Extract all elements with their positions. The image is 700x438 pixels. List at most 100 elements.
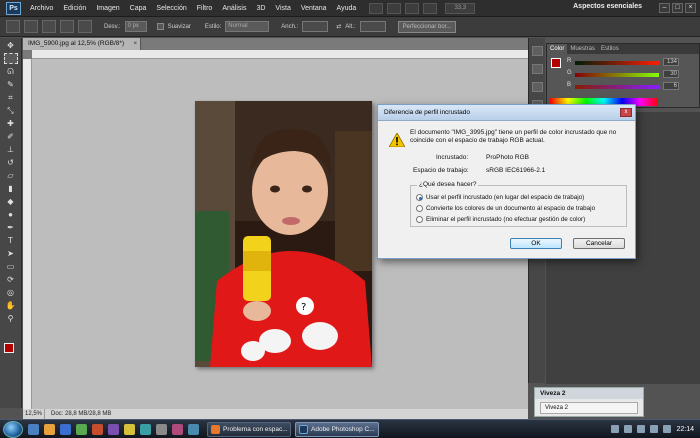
red-slider[interactable] bbox=[575, 61, 659, 65]
histogram-icon[interactable] bbox=[531, 46, 543, 56]
green-value-field[interactable]: 30 bbox=[663, 70, 679, 78]
quick-select-tool-icon[interactable]: ✎ bbox=[4, 79, 18, 90]
maximize-button[interactable]: □ bbox=[672, 3, 683, 13]
intersect-selection-icon[interactable] bbox=[78, 20, 92, 33]
foreground-color-swatch[interactable] bbox=[4, 343, 14, 353]
blue-slider[interactable] bbox=[575, 85, 659, 89]
mini-bridge-icon[interactable] bbox=[387, 2, 402, 14]
healing-brush-icon[interactable]: ✚ bbox=[4, 118, 18, 129]
swap-icon[interactable]: ⇄ bbox=[336, 23, 341, 30]
lasso-tool-icon[interactable]: ᘏ bbox=[4, 66, 18, 77]
crop-tool-icon[interactable]: ⌗ bbox=[4, 92, 18, 103]
radio-use-embedded[interactable] bbox=[416, 194, 423, 201]
hand-tool-icon[interactable] bbox=[405, 2, 420, 14]
option-discard[interactable]: Eliminar el perfil incrustado (no efectu… bbox=[416, 216, 585, 223]
tab-color[interactable]: Color bbox=[547, 44, 568, 54]
show-desktop-icon[interactable] bbox=[60, 423, 71, 435]
panel-foreground-swatch[interactable] bbox=[551, 58, 561, 68]
explorer-icon[interactable] bbox=[44, 423, 55, 435]
minimize-button[interactable]: – bbox=[659, 3, 670, 13]
radio-convert[interactable] bbox=[416, 205, 423, 212]
brush-tool-icon[interactable]: ✐ bbox=[4, 131, 18, 142]
hand-icon[interactable]: ✋ bbox=[4, 300, 18, 311]
horizontal-ruler[interactable] bbox=[32, 50, 528, 59]
status-doc-info[interactable]: Doc: 28,8 MB/28,8 MB bbox=[45, 409, 111, 419]
zoom-icon[interactable]: ⚲ bbox=[4, 313, 18, 324]
style-select[interactable]: Normal bbox=[225, 21, 270, 32]
menu-3d[interactable]: 3D bbox=[251, 5, 270, 12]
tab-styles[interactable]: Estilos bbox=[598, 44, 622, 54]
menu-imagen[interactable]: Imagen bbox=[91, 5, 124, 12]
zoom-tool-icon[interactable] bbox=[423, 2, 438, 14]
option-convert[interactable]: Convierte los colores de un documento al… bbox=[416, 205, 595, 212]
width-field[interactable] bbox=[302, 21, 329, 32]
pen-tool-icon[interactable]: ✒ bbox=[4, 222, 18, 233]
shape-tool-icon[interactable]: ▭ bbox=[4, 261, 18, 272]
quicklaunch-icon-9[interactable] bbox=[156, 423, 167, 435]
eraser-tool-icon[interactable]: ▱ bbox=[4, 170, 18, 181]
radio-discard[interactable] bbox=[416, 216, 423, 223]
task-photoshop[interactable]: Adobe Photoshop C... bbox=[295, 421, 379, 437]
task-firefox[interactable]: Problema con espac... bbox=[207, 421, 291, 437]
menu-analisis[interactable]: Análisis bbox=[217, 5, 251, 12]
blue-value-field[interactable]: 6 bbox=[663, 82, 679, 90]
quicklaunch-icon-6[interactable] bbox=[108, 423, 119, 435]
menu-vista[interactable]: Vista bbox=[270, 5, 295, 12]
zoom-level-field[interactable]: 33,3 bbox=[445, 2, 476, 14]
quicklaunch-icon-11[interactable] bbox=[188, 423, 199, 435]
cancel-button[interactable]: Cancelar bbox=[573, 238, 625, 249]
marquee-tool-icon[interactable] bbox=[3, 53, 18, 64]
blur-tool-icon[interactable]: ◆ bbox=[4, 196, 18, 207]
red-value-field[interactable]: 134 bbox=[663, 58, 679, 66]
type-tool-icon[interactable]: T bbox=[4, 235, 18, 246]
menu-archivo[interactable]: Archivo bbox=[25, 5, 58, 12]
new-selection-icon[interactable] bbox=[24, 20, 38, 33]
menu-ventana[interactable]: Ventana bbox=[296, 5, 332, 12]
feather-field[interactable]: 0 px bbox=[124, 21, 147, 32]
clock[interactable]: 22:14 bbox=[676, 426, 694, 433]
vertical-ruler[interactable] bbox=[23, 59, 32, 409]
volume-icon[interactable] bbox=[624, 425, 633, 433]
quicklaunch-icon-5[interactable] bbox=[92, 423, 103, 435]
bridge-icon[interactable] bbox=[369, 2, 384, 14]
quicklaunch-icon-10[interactable] bbox=[172, 423, 183, 435]
3d-orbit-icon[interactable]: ◎ bbox=[4, 287, 18, 298]
height-field[interactable] bbox=[359, 21, 386, 32]
close-window-button[interactable]: × bbox=[685, 3, 696, 13]
tab-swatches[interactable]: Muestras bbox=[567, 44, 598, 54]
quicklaunch-icon-7[interactable] bbox=[124, 423, 135, 435]
dialog-close-button[interactable]: x bbox=[620, 108, 632, 117]
tray-icon-4[interactable] bbox=[650, 425, 659, 433]
tray-icon-3[interactable] bbox=[637, 425, 646, 433]
menu-filtro[interactable]: Filtro bbox=[192, 5, 218, 12]
path-select-icon[interactable]: ➤ bbox=[4, 248, 18, 259]
menu-seleccion[interactable]: Selección bbox=[151, 5, 191, 12]
viveza-item[interactable]: Viveza 2 bbox=[540, 402, 638, 414]
subtract-selection-icon[interactable] bbox=[60, 20, 74, 33]
dodge-tool-icon[interactable]: ● bbox=[4, 209, 18, 220]
ok-button[interactable]: OK bbox=[510, 238, 562, 249]
refine-edge-button[interactable]: Perfeccionar bor... bbox=[397, 20, 457, 33]
menu-capa[interactable]: Capa bbox=[125, 5, 152, 12]
ie-icon[interactable] bbox=[28, 423, 39, 435]
green-slider[interactable] bbox=[575, 73, 659, 77]
menu-ayuda[interactable]: Ayuda bbox=[332, 5, 362, 12]
quicklaunch-icon-8[interactable] bbox=[140, 423, 151, 435]
start-button[interactable] bbox=[3, 420, 23, 438]
status-zoom[interactable]: 12,5% bbox=[23, 409, 45, 419]
anti-alias-checkbox[interactable] bbox=[156, 23, 164, 30]
viveza-title[interactable]: Viveza 2 bbox=[535, 388, 643, 399]
marquee-preset-icon[interactable] bbox=[6, 20, 20, 33]
option-use-embedded[interactable]: Usar el perfil incrustado (en lugar del … bbox=[416, 194, 584, 201]
eyedropper-tool-icon[interactable]: ⤡ bbox=[4, 105, 18, 116]
quicklaunch-icon-4[interactable] bbox=[76, 423, 87, 435]
close-tab-icon[interactable]: × bbox=[133, 38, 137, 50]
3d-rotate-icon[interactable]: ⟳ bbox=[4, 274, 18, 285]
document-tab[interactable]: IMG_5900.jpg al 12,5% (RGB/8*) × bbox=[23, 38, 142, 50]
network-icon[interactable] bbox=[611, 425, 620, 433]
history-brush-icon[interactable]: ↺ bbox=[4, 157, 18, 168]
info-icon[interactable] bbox=[531, 64, 543, 74]
navigator-icon[interactable] bbox=[531, 82, 543, 92]
move-tool-icon[interactable]: ✥ bbox=[4, 40, 18, 51]
add-selection-icon[interactable] bbox=[42, 20, 56, 33]
